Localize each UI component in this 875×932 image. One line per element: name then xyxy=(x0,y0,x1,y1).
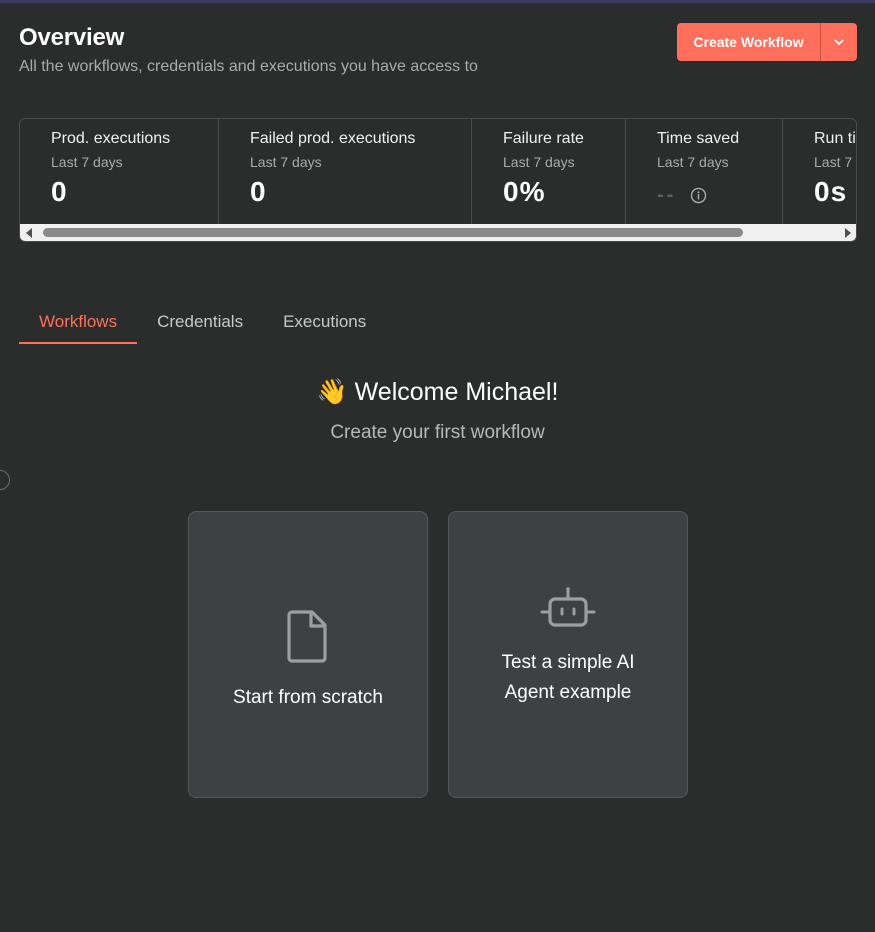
stat-label: Run ti xyxy=(814,130,856,147)
welcome-section: 👋 Welcome Michael! Create your first wor… xyxy=(0,378,875,444)
top-accent-line xyxy=(0,0,875,3)
stat-value: 0 xyxy=(250,176,267,207)
card-label: Test a simple AI Agent example xyxy=(501,648,634,708)
page-subtitle: All the workflows, credentials and execu… xyxy=(19,58,478,75)
robot-icon xyxy=(540,586,596,627)
create-workflow-button[interactable]: Create Workflow xyxy=(677,23,820,61)
card-label-line: Agent example xyxy=(504,681,632,703)
stat-period: Last 7 days xyxy=(503,154,575,170)
ai-agent-example-card[interactable]: Test a simple AI Agent example xyxy=(448,511,688,798)
card-label-line: Test a simple AI xyxy=(501,651,635,673)
file-icon xyxy=(287,609,327,663)
stat-label: Prod. executions xyxy=(51,130,171,147)
insights-row: Prod. executions Last 7 days 0 Failed pr… xyxy=(20,119,856,224)
page-title: Overview xyxy=(19,24,125,51)
triangle-right-icon xyxy=(844,227,851,238)
sidebar-collapse-toggle[interactable] xyxy=(0,470,10,490)
info-icon[interactable] xyxy=(690,187,707,204)
start-from-scratch-card[interactable]: Start from scratch xyxy=(188,511,428,798)
waving-hand-icon: 👋 xyxy=(316,378,348,406)
stat-value: 0s xyxy=(814,176,848,207)
welcome-subtitle: Create your first workflow xyxy=(330,422,545,443)
tab-workflows[interactable]: Workflows xyxy=(19,302,138,344)
stat-failure-rate[interactable]: Failure rate Last 7 days 0% xyxy=(472,119,626,224)
stat-run-time[interactable]: Run ti Last 7 0s xyxy=(783,119,856,224)
stat-label: Failed prod. executions xyxy=(250,130,416,147)
stat-value: 0% xyxy=(503,176,546,207)
stat-value: -- xyxy=(657,184,677,206)
triangle-left-icon xyxy=(25,227,32,238)
card-label: Start from scratch xyxy=(233,686,383,708)
stat-period: Last 7 days xyxy=(51,154,123,170)
scroll-track[interactable] xyxy=(37,224,839,241)
scroll-left-arrow[interactable] xyxy=(20,224,37,241)
scroll-right-arrow[interactable] xyxy=(839,224,856,241)
stat-value: 0 xyxy=(51,176,68,207)
stat-prod-executions[interactable]: Prod. executions Last 7 days 0 xyxy=(20,119,219,224)
page-header: Overview All the workflows, credentials … xyxy=(19,24,478,76)
create-workflow-group: Create Workflow xyxy=(677,23,857,61)
stat-label: Failure rate xyxy=(503,130,584,147)
scroll-thumb[interactable] xyxy=(43,228,743,237)
stat-label: Time saved xyxy=(657,130,740,147)
stat-period: Last 7 days xyxy=(657,154,729,170)
stat-failed-prod-executions[interactable]: Failed prod. executions Last 7 days 0 xyxy=(219,119,472,224)
stat-period: Last 7 xyxy=(814,154,853,170)
chevron-down-icon xyxy=(834,39,844,45)
overview-tabs: Workflows Credentials Executions xyxy=(19,302,857,344)
insights-summary: Prod. executions Last 7 days 0 Failed pr… xyxy=(19,118,857,242)
horizontal-scrollbar[interactable] xyxy=(20,224,856,241)
create-workflow-dropdown-button[interactable] xyxy=(820,23,857,61)
welcome-title: 👋 Welcome Michael! xyxy=(0,378,875,407)
tab-executions[interactable]: Executions xyxy=(263,302,386,344)
stat-time-saved[interactable]: Time saved Last 7 days -- xyxy=(626,119,783,224)
stat-period: Last 7 days xyxy=(250,154,322,170)
welcome-title-text: Welcome Michael! xyxy=(354,378,559,406)
stat-value-empty: -- xyxy=(657,184,782,207)
tab-credentials[interactable]: Credentials xyxy=(137,302,263,344)
